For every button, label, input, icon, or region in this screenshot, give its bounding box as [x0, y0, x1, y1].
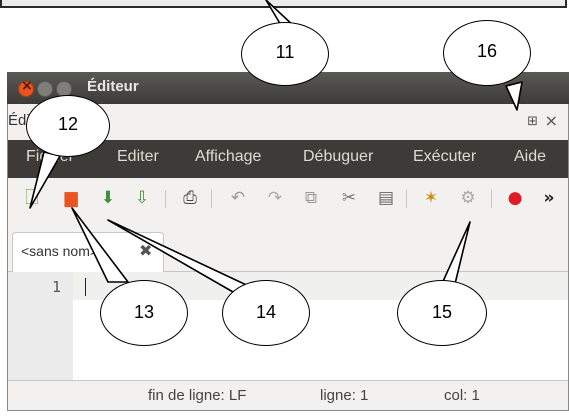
- print-icon[interactable]: ⎙: [180, 188, 200, 208]
- status-bar: fin de ligne: LF ligne: 1 col: 1: [8, 380, 568, 410]
- status-col: col: 1: [444, 387, 480, 404]
- menu-debuguer[interactable]: Débuguer: [303, 148, 373, 166]
- cut-icon[interactable]: ✂: [339, 188, 359, 208]
- menu-aide[interactable]: Aide: [514, 148, 546, 166]
- toolbar: 🗋 ▆ ⬇ ⇩ ⎙ ↶ ↷ ⧉ ✂ ▤ ✶ ⚙ ● »: [8, 178, 568, 222]
- menu-executer[interactable]: Exécuter: [413, 148, 476, 166]
- close-window-button[interactable]: [18, 78, 34, 97]
- callout-12: 12: [26, 95, 110, 157]
- minimize-window-button[interactable]: [37, 81, 53, 97]
- status-line: ligne: 1: [320, 387, 369, 404]
- line-number-gutter: 1: [8, 272, 73, 380]
- tab-label: <sans nom>: [21, 243, 99, 259]
- save-icon[interactable]: ⬇: [98, 188, 118, 208]
- panel-close-icon[interactable]: ×: [545, 111, 558, 130]
- save-as-icon[interactable]: ⇩: [132, 188, 152, 208]
- new-file-icon[interactable]: 🗋: [22, 188, 42, 208]
- undock-icon[interactable]: ⊞: [527, 114, 538, 129]
- debug-icon[interactable]: ✶: [421, 188, 441, 208]
- toolbar-separator: [406, 190, 407, 208]
- top-panel-fragment: [0, 0, 567, 8]
- toolbar-overflow-icon[interactable]: »: [539, 188, 559, 208]
- tab-bar: <sans nom> ✖: [8, 222, 568, 272]
- tab-untitled[interactable]: <sans nom> ✖: [12, 232, 164, 272]
- toolbar-separator: [165, 190, 166, 208]
- callout-16: 16: [443, 20, 531, 86]
- text-cursor: [85, 278, 86, 296]
- callout-14: 14: [222, 280, 310, 346]
- callout-15: 15: [397, 280, 487, 346]
- paste-icon[interactable]: ▤: [376, 188, 396, 208]
- toolbar-separator: [491, 190, 492, 208]
- status-eol: fin de ligne: LF: [148, 387, 247, 404]
- callout-11: 11: [241, 22, 329, 86]
- window-title: Éditeur: [87, 78, 139, 95]
- undo-icon[interactable]: ↶: [228, 188, 248, 208]
- record-icon[interactable]: ●: [505, 188, 525, 208]
- line-number: 1: [52, 278, 62, 296]
- menu-editer[interactable]: Editer: [117, 148, 159, 166]
- tab-close-icon[interactable]: ✖: [139, 241, 152, 260]
- callout-13: 13: [100, 280, 188, 346]
- copy-icon[interactable]: ⧉: [301, 188, 321, 208]
- menu-affichage[interactable]: Affichage: [195, 148, 261, 166]
- redo-icon[interactable]: ↷: [265, 188, 285, 208]
- open-file-icon[interactable]: ▆: [61, 188, 81, 208]
- run-icon[interactable]: ⚙: [458, 188, 478, 208]
- toolbar-separator: [211, 190, 212, 208]
